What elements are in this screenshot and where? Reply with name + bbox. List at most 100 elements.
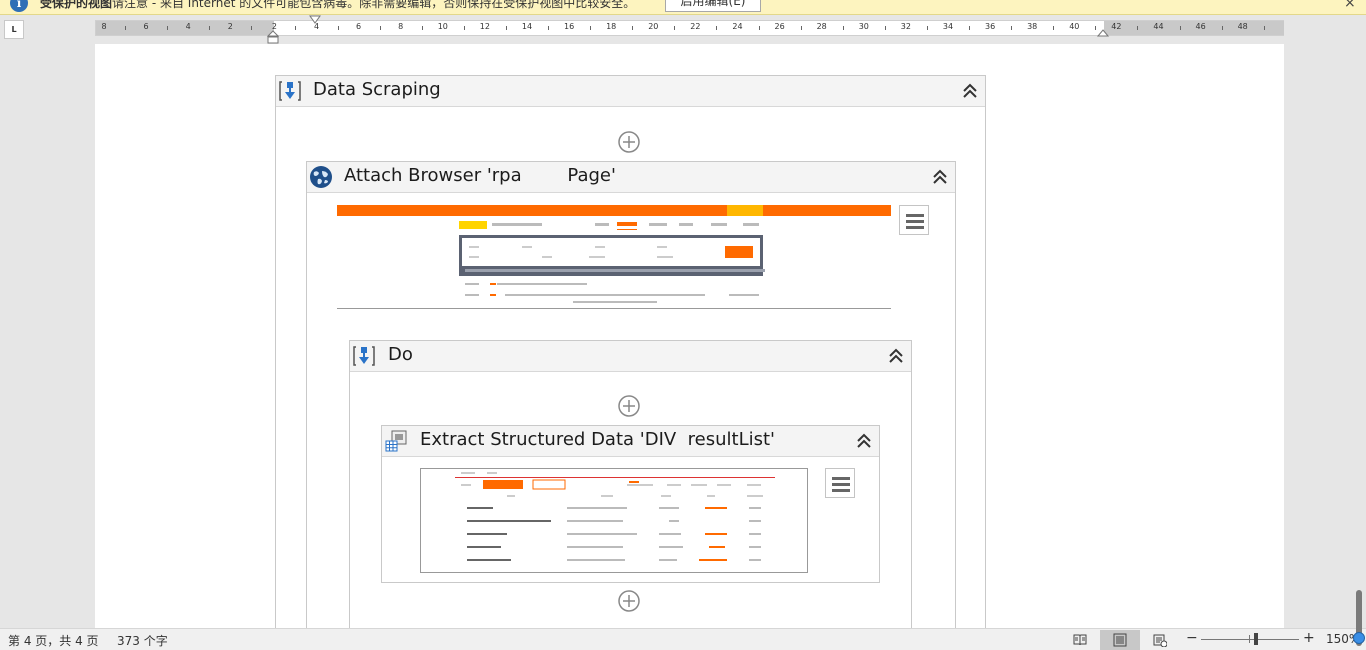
collapse-icon[interactable] — [855, 432, 873, 450]
ruler-tick — [251, 26, 253, 30]
collapse-icon[interactable] — [887, 347, 905, 365]
zoom-slider-thumb[interactable] — [1254, 633, 1258, 645]
ruler-number: 16 — [564, 22, 575, 31]
ruler-number: 26 — [774, 22, 785, 31]
add-activity-icon[interactable] — [618, 131, 640, 153]
webpage-preview-image — [337, 205, 891, 309]
ruler-tick — [716, 26, 718, 30]
protected-view-message: 请注意 - 来自 Internet 的文件可能包含病毒。除非需要编辑，否则保持在… — [112, 0, 636, 10]
ruler-tick — [674, 26, 676, 30]
ruler-number: 8 — [101, 22, 107, 31]
attach-browser-menu-button[interactable] — [899, 205, 929, 235]
page-count-status[interactable]: 第 4 页，共 4 页 — [8, 632, 99, 649]
ruler-tick — [1011, 26, 1013, 30]
zoom-in-button[interactable]: + — [1303, 630, 1315, 646]
ruler-number: 6 — [356, 22, 362, 31]
ruler-number: 34 — [942, 22, 954, 31]
ruler-number: 28 — [816, 22, 827, 31]
ruler-number: 38 — [1027, 22, 1038, 31]
extract-menu-button[interactable] — [825, 468, 855, 498]
ruler-tick — [969, 26, 971, 30]
info-icon: i — [10, 0, 28, 12]
left-indent-marker[interactable] — [267, 30, 279, 44]
ruler-tick — [548, 26, 550, 30]
word-count-status[interactable]: 373 个字 — [117, 632, 168, 649]
print-layout-icon — [1113, 633, 1127, 647]
extract-data-icon — [385, 430, 407, 452]
ruler-number: 44 — [1153, 22, 1164, 31]
protected-view-title: 受保护的视图 — [40, 0, 113, 10]
ruler-tick — [295, 26, 297, 30]
collapse-icon[interactable] — [931, 168, 949, 186]
ruler-tick — [1221, 26, 1223, 30]
zoom-slider-center-mark — [1249, 635, 1250, 643]
attach-browser-header: Attach Browser 'rpa Page' — [307, 162, 955, 193]
ruler-tick — [758, 26, 760, 30]
ruler-number: 22 — [690, 22, 701, 31]
ruler-number: 36 — [985, 22, 996, 31]
ruler-number: 20 — [648, 22, 659, 31]
ruler-number: 2 — [227, 22, 233, 31]
add-activity-icon[interactable] — [618, 395, 640, 417]
attach-browser-title: Attach Browser 'rpa Page' — [344, 165, 616, 186]
status-bar: 第 4 页，共 4 页 373 个字 − + 150% — [0, 628, 1366, 650]
ruler-tick — [1137, 26, 1139, 30]
print-layout-button[interactable] — [1100, 630, 1140, 650]
zoom-slider-track[interactable] — [1201, 639, 1299, 640]
right-indent-marker[interactable] — [1097, 29, 1109, 39]
ruler-tick — [842, 26, 844, 30]
ruler-number: 14 — [521, 22, 533, 31]
ruler-number: 48 — [1237, 22, 1248, 31]
ruler-number: 40 — [1069, 22, 1080, 31]
ruler-tick — [379, 26, 381, 30]
ruler-tick — [884, 26, 886, 30]
zoom-out-button[interactable]: − — [1186, 630, 1198, 646]
ruler-number: 10 — [437, 22, 448, 31]
scroll-indicator — [1353, 632, 1365, 644]
table-preview-image — [455, 472, 775, 561]
web-layout-icon — [1153, 634, 1167, 647]
tab-selector-button[interactable]: L — [4, 20, 24, 39]
ruler-number: 32 — [900, 22, 911, 31]
extract-table-thumbnail — [420, 468, 808, 573]
ruler-number: 46 — [1195, 22, 1206, 31]
ruler-number: 24 — [732, 22, 743, 31]
web-layout-button[interactable] — [1140, 630, 1180, 650]
ruler-tick — [800, 26, 802, 30]
collapse-icon[interactable] — [961, 82, 979, 100]
ruler-number: 6 — [143, 22, 149, 31]
read-mode-button[interactable] — [1060, 630, 1100, 650]
ruler-tick — [926, 26, 928, 30]
ruler-tick — [1053, 26, 1055, 30]
ruler-number: 18 — [606, 22, 617, 31]
ruler-number: 30 — [858, 22, 869, 31]
ruler-number: 4 — [185, 22, 191, 31]
ruler-tick — [590, 26, 592, 30]
extract-header: Extract Structured Data 'DIV resultList' — [382, 426, 879, 457]
ruler-number: 12 — [479, 22, 490, 31]
first-line-indent-marker[interactable] — [309, 15, 321, 25]
ruler-tick — [167, 26, 169, 30]
sequence-icon — [353, 346, 375, 366]
data-scraping-header: Data Scraping — [276, 76, 985, 107]
ruler-number: 42 — [1111, 22, 1122, 31]
close-icon[interactable]: × — [1344, 0, 1356, 11]
ruler-tick — [1179, 26, 1181, 30]
ruler-number: 8 — [398, 22, 404, 31]
add-activity-icon[interactable] — [618, 590, 640, 612]
ruler-tick — [463, 26, 465, 30]
enable-editing-button[interactable]: 启用编辑(E) — [665, 0, 761, 12]
protected-view-bar: i 受保护的视图 请注意 - 来自 Internet 的文件可能包含病毒。除非需… — [0, 0, 1366, 15]
globe-icon — [310, 166, 332, 188]
ruler-tick — [1263, 26, 1265, 30]
ruler-tick — [421, 26, 423, 30]
do-header: Do — [350, 341, 911, 372]
ruler-tick — [337, 26, 339, 30]
sequence-icon — [279, 81, 301, 101]
read-mode-icon — [1073, 634, 1087, 646]
do-title: Do — [388, 344, 413, 365]
extract-title: Extract Structured Data 'DIV resultList' — [420, 429, 775, 450]
browser-screenshot-thumbnail — [337, 204, 891, 310]
ruler-tick — [125, 26, 127, 30]
ruler-tick — [632, 26, 634, 30]
